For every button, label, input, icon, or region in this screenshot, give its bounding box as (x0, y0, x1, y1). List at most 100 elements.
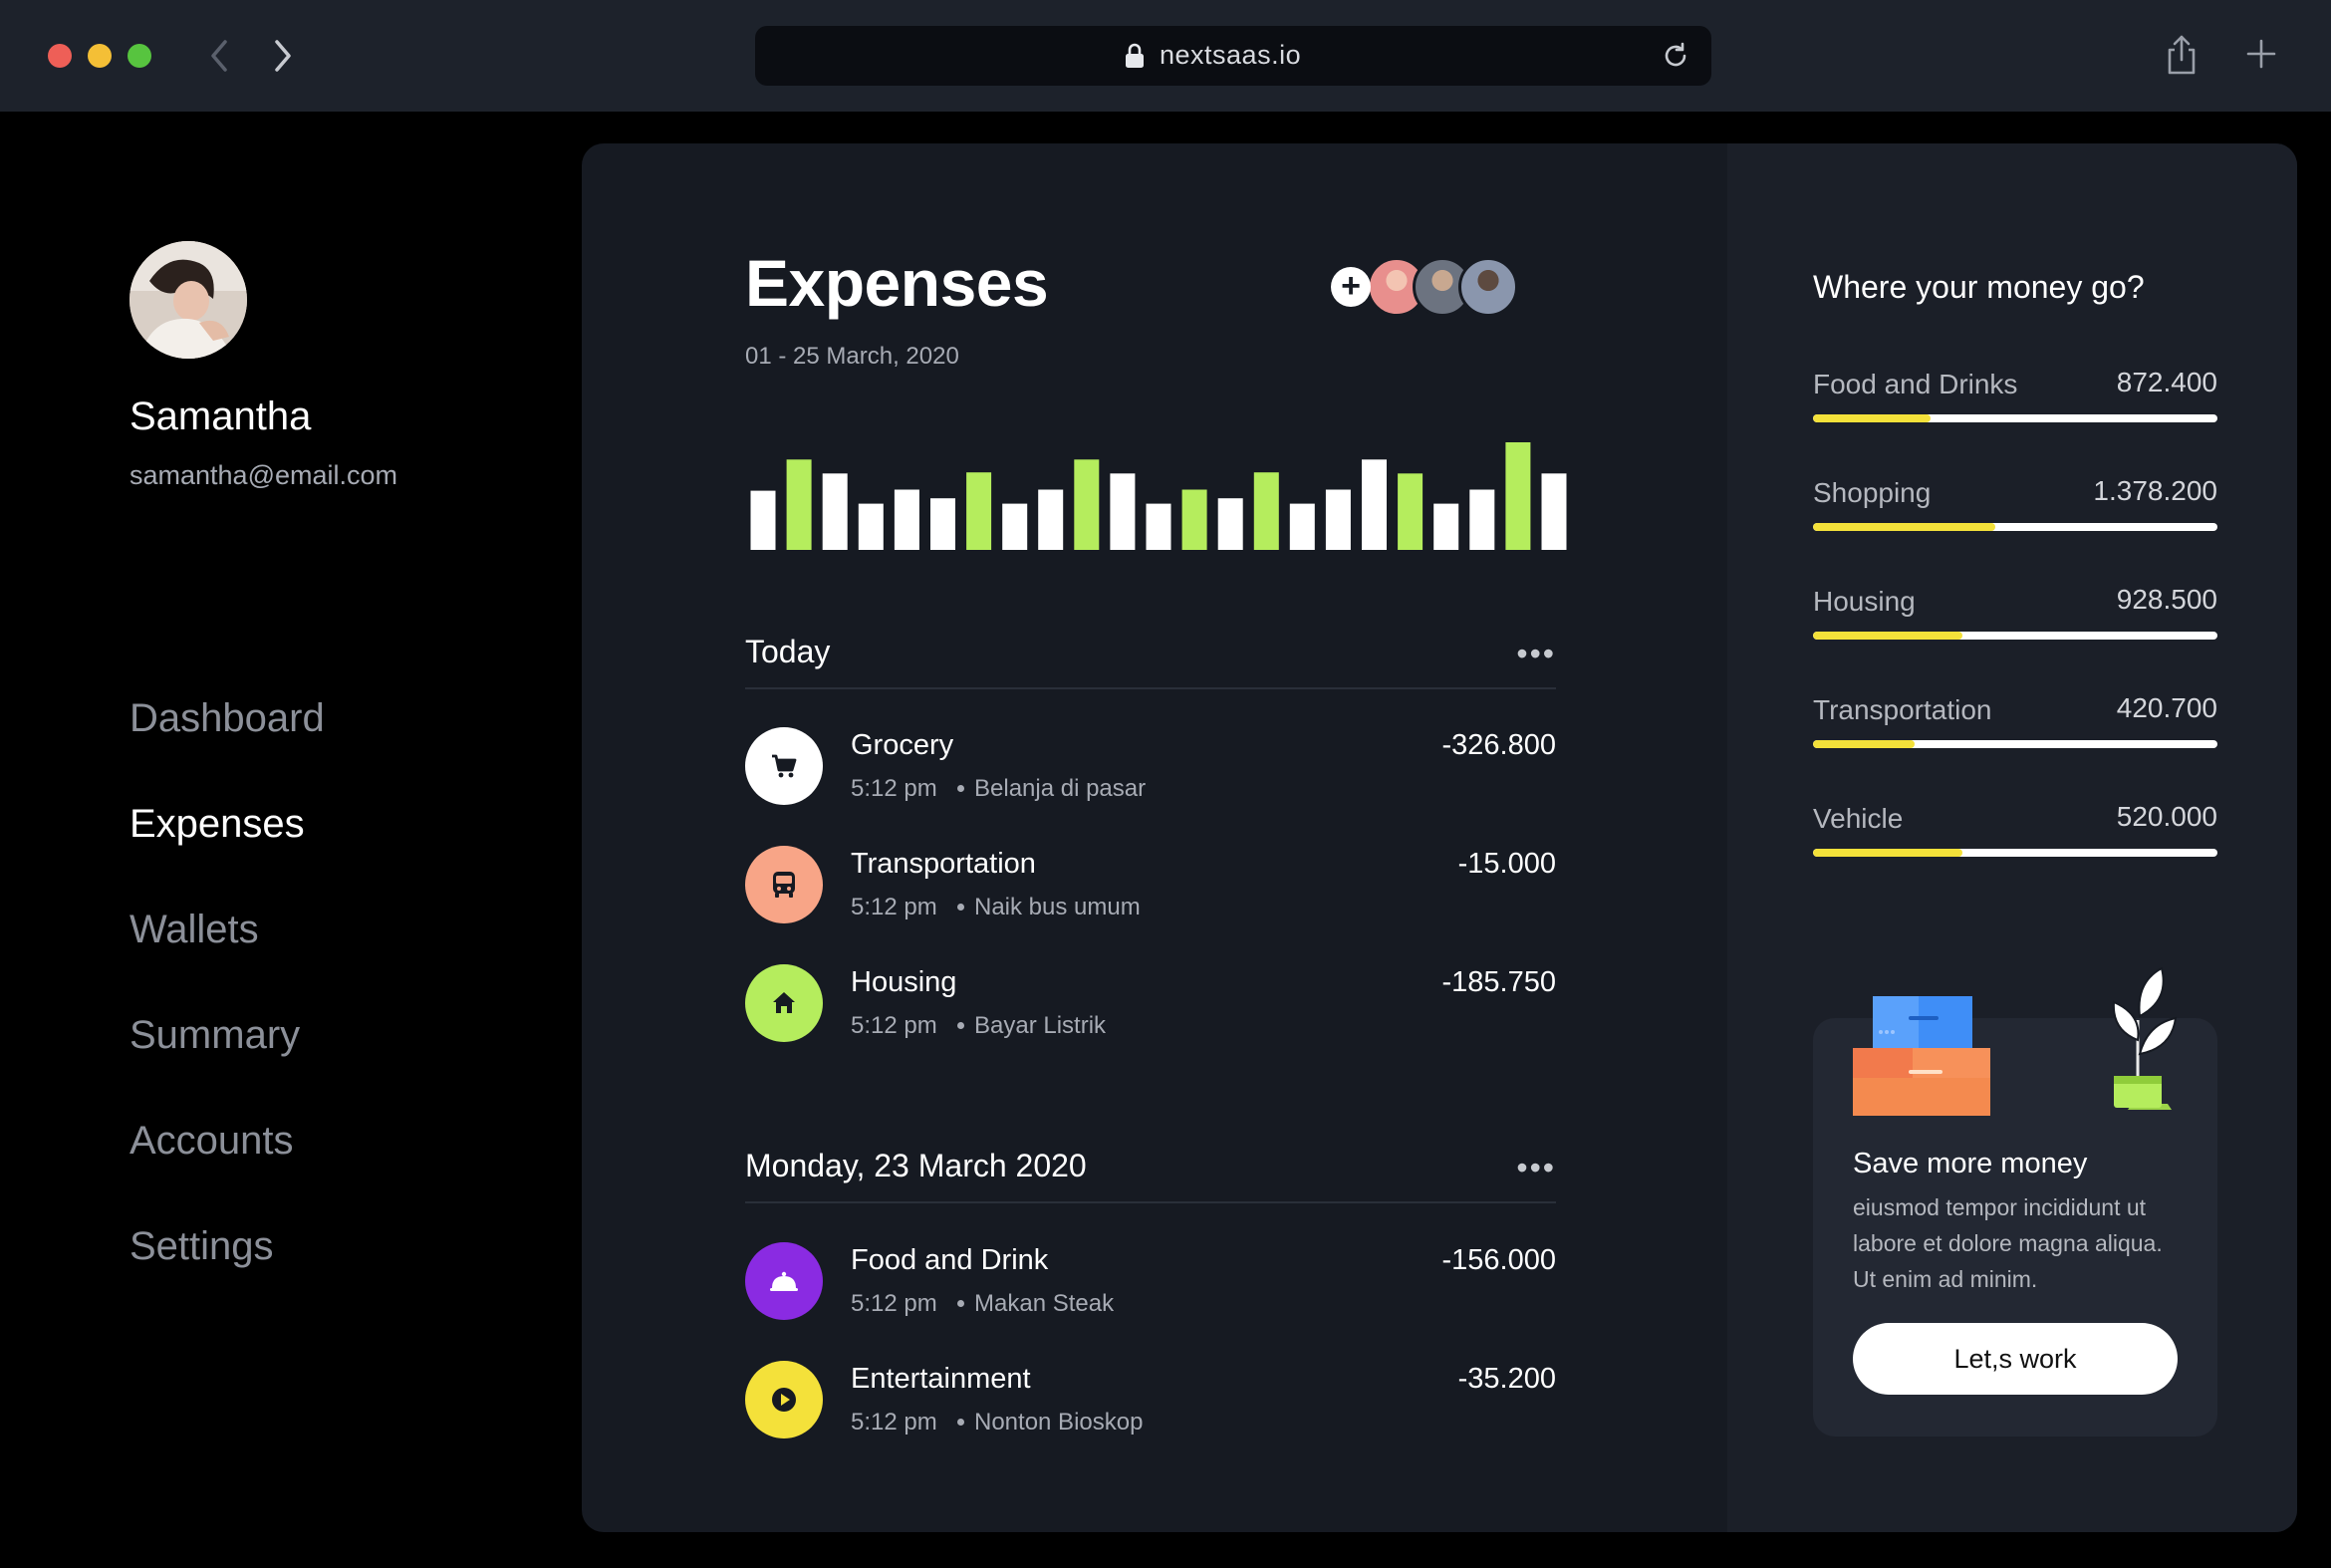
more-horizontal-icon[interactable]: ••• (1516, 1150, 1556, 1186)
category-row[interactable]: Vehicle 520.000 (1813, 801, 2217, 867)
transaction-name: Entertainment (851, 1363, 1031, 1395)
transaction-name: Transportation (851, 848, 1036, 880)
category-progress-fill (1813, 632, 1963, 640)
transaction-row[interactable]: Entertainment 5:12 pm Nonton Bioskop -35… (745, 1361, 1556, 1440)
section-header-monday: Monday, 23 March 2020 ••• (745, 1140, 1556, 1203)
transaction-note: Makan Steak (974, 1290, 1115, 1317)
transaction-name: Food and Drink (851, 1244, 1049, 1276)
sidebar-nav: Dashboard Expenses Wallets Summary Accou… (130, 685, 325, 1319)
chart-bar (1074, 459, 1100, 550)
category-row[interactable]: Housing 928.500 (1813, 584, 2217, 650)
transaction-row[interactable]: Grocery 5:12 pm Belanja di pasar -326.80… (745, 727, 1556, 807)
member-avatar[interactable] (1458, 257, 1518, 317)
chart-bar (1362, 459, 1387, 550)
transaction-name: Grocery (851, 729, 954, 761)
sidebar-item-settings[interactable]: Settings (130, 1213, 325, 1319)
transaction-time: 5:12 pm (851, 1290, 937, 1317)
category-progress-track (1813, 740, 2217, 748)
sidebar-item-accounts[interactable]: Accounts (130, 1108, 325, 1213)
chart-bar (966, 472, 992, 550)
transaction-time: 5:12 pm (851, 1012, 937, 1039)
section-title: Today (745, 634, 831, 669)
page-title: Expenses (745, 246, 1049, 320)
savings-illustration (1853, 966, 2178, 1116)
transaction-note: Nonton Bioskop (974, 1409, 1144, 1436)
transaction-amount: -185.750 (1441, 966, 1557, 998)
transaction-time: 5:12 pm (851, 775, 937, 802)
transaction-row[interactable]: Housing 5:12 pm Bayar Listrik -185.750 (745, 964, 1556, 1044)
drawer-icon (1853, 996, 1990, 1116)
play-icon (745, 1361, 823, 1438)
back-arrow-icon[interactable] (199, 34, 239, 78)
category-progress-track (1813, 414, 2217, 422)
avatar[interactable] (130, 241, 247, 359)
promo-body: eiusmod tempor incididunt ut labore et d… (1853, 1194, 2163, 1292)
chart-bar (1398, 473, 1424, 550)
category-value: 928.500 (2116, 584, 2217, 615)
user-email: samantha@email.com (130, 460, 398, 490)
more-horizontal-icon[interactable]: ••• (1516, 636, 1556, 672)
url-text: nextsaas.io (1160, 40, 1302, 70)
chart-bar (1217, 498, 1243, 550)
transaction-row[interactable]: Food and Drink 5:12 pm Makan Steak -156.… (745, 1242, 1556, 1322)
browser-toolbar: nextsaas.io (0, 0, 2331, 112)
chart-bar (822, 473, 848, 550)
share-icon[interactable] (2164, 34, 2200, 76)
chart-bar (1469, 489, 1495, 550)
chart-bar (750, 490, 776, 550)
member-avatars (1367, 257, 1566, 317)
category-progress-track (1813, 849, 2217, 857)
category-value: 1.378.200 (2093, 475, 2217, 506)
reload-icon[interactable] (1660, 40, 1691, 72)
section-title: Monday, 23 March 2020 (745, 1148, 1087, 1183)
sidebar-item-dashboard[interactable]: Dashboard (130, 685, 325, 791)
close-window-button[interactable] (48, 44, 72, 68)
address-bar[interactable]: nextsaas.io (755, 26, 1711, 86)
transaction-name: Housing (851, 966, 957, 998)
sidebar-item-summary[interactable]: Summary (130, 1002, 325, 1108)
category-row[interactable]: Food and Drinks 872.400 (1813, 367, 2217, 432)
category-progress-fill (1813, 523, 1995, 531)
date-range[interactable]: 01 - 25 March, 2020 (745, 343, 959, 371)
sidebar-item-expenses[interactable]: Expenses (130, 791, 325, 897)
bus-icon (745, 846, 823, 923)
lets-work-button[interactable]: Let,s work (1853, 1323, 2178, 1395)
chart-bar (1325, 489, 1351, 550)
chart-bar (1289, 503, 1315, 550)
chart-bar (1110, 473, 1136, 550)
new-tab-icon[interactable] (2245, 38, 2277, 70)
category-label: Shopping (1813, 477, 1932, 508)
transaction-amount: -35.200 (1457, 1363, 1556, 1395)
chart-bar (786, 459, 812, 550)
sidebar-item-wallets[interactable]: Wallets (130, 897, 325, 1002)
chart-bar (1253, 472, 1279, 550)
chart-bar (858, 503, 884, 550)
maximize-window-button[interactable] (128, 44, 151, 68)
user-name: Samantha (130, 394, 312, 438)
minimize-window-button[interactable] (88, 44, 112, 68)
separator-dot (957, 1419, 964, 1426)
add-member-button[interactable]: + (1331, 267, 1371, 307)
chart-bar (894, 489, 919, 550)
transaction-amount: -156.000 (1441, 1244, 1557, 1276)
transaction-row[interactable]: Transportation 5:12 pm Naik bus umum -15… (745, 846, 1556, 925)
category-row[interactable]: Shopping 1.378.200 (1813, 475, 2217, 541)
separator-dot (957, 785, 964, 792)
forward-arrow-icon[interactable] (263, 34, 303, 78)
category-label: Housing (1813, 586, 1916, 617)
category-progress-fill (1813, 740, 1915, 748)
category-value: 420.700 (2116, 692, 2217, 723)
chart-bar (1181, 489, 1207, 550)
expense-bar-chart (750, 442, 1567, 550)
money-section-title: Where your money go? (1813, 269, 2145, 305)
category-label: Vehicle (1813, 803, 1904, 834)
category-progress-track (1813, 632, 2217, 640)
transaction-note: Bayar Listrik (974, 1012, 1107, 1039)
category-row[interactable]: Transportation 420.700 (1813, 692, 2217, 758)
chart-bar (1146, 503, 1171, 550)
user-photo (130, 241, 247, 359)
separator-dot (957, 904, 964, 911)
food-cover-icon (745, 1242, 823, 1320)
chart-bar (930, 498, 955, 550)
lock-icon (1126, 43, 1144, 68)
